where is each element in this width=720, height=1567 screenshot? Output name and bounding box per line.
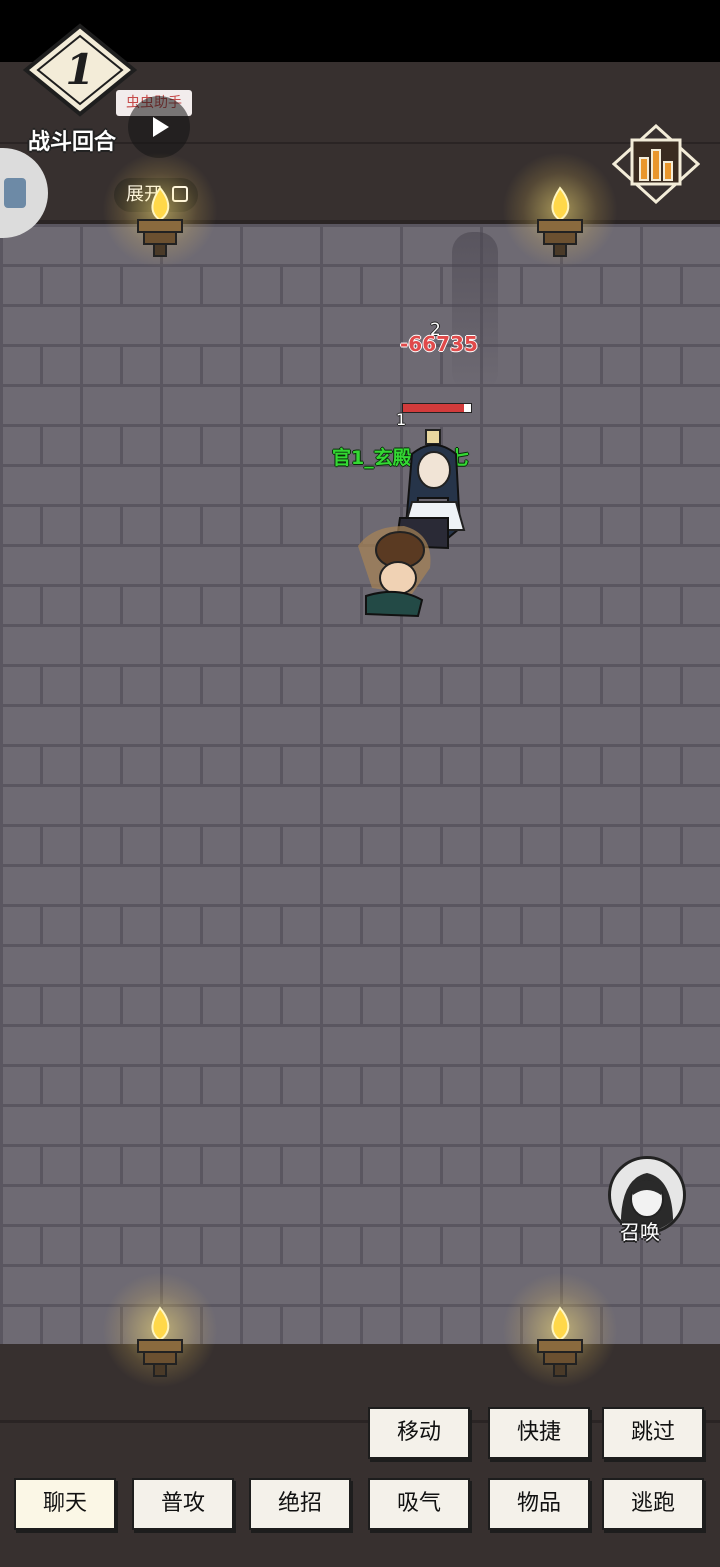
- brick-row: [0, 304, 720, 344]
- torch-bottom-right: [502, 1272, 618, 1388]
- brick-row: [0, 344, 720, 384]
- brick-row: [0, 664, 720, 704]
- brick-row: [0, 624, 720, 664]
- torch-bottom-left: [102, 1272, 218, 1388]
- attack-button[interactable]: 普攻: [132, 1478, 234, 1530]
- flame-icon: [537, 1306, 583, 1377]
- items-button[interactable]: 物品: [488, 1478, 590, 1530]
- torch-top-left: [102, 152, 218, 268]
- chat-button[interactable]: 聊天: [14, 1478, 116, 1530]
- flame-icon: [137, 1306, 183, 1377]
- smoke-trail: [452, 232, 498, 392]
- target-hp-fill: [403, 404, 465, 412]
- round-label: 战斗回合: [28, 130, 117, 155]
- brick-row: [0, 1264, 720, 1304]
- target-hp-bar: [402, 403, 472, 413]
- brick-row: [0, 1104, 720, 1144]
- brick-row: [0, 1024, 720, 1064]
- brick-row: [0, 944, 720, 984]
- shortcut-button[interactable]: 快捷: [488, 1407, 590, 1459]
- brick-row: [0, 904, 720, 944]
- brick-row: [0, 1064, 720, 1104]
- ultimate-button[interactable]: 绝招: [249, 1478, 351, 1530]
- app-icon: [4, 178, 26, 208]
- brick-row: [0, 704, 720, 744]
- summon-label: 召唤: [620, 1220, 660, 1244]
- play-icon: [153, 117, 169, 137]
- flame-icon: [537, 186, 583, 257]
- torch-top-right: [502, 152, 618, 268]
- brick-row: [0, 784, 720, 824]
- play-button[interactable]: [128, 96, 190, 158]
- bar-chart-icon: [639, 157, 649, 181]
- stats-button[interactable]: [612, 124, 700, 204]
- move-button[interactable]: 移动: [368, 1407, 470, 1459]
- brick-row: [0, 744, 720, 784]
- flame-icon: [137, 186, 183, 257]
- skip-button[interactable]: 跳过: [602, 1407, 704, 1459]
- round-number: 1: [65, 45, 94, 94]
- brick-row: [0, 864, 720, 904]
- battle-characters[interactable]: [352, 418, 482, 628]
- brick-row: [0, 824, 720, 864]
- flee-button[interactable]: 逃跑: [602, 1478, 704, 1530]
- breathe-button[interactable]: 吸气: [368, 1478, 470, 1530]
- damage-number: -66735: [400, 332, 478, 356]
- brick-row: [0, 264, 720, 304]
- brick-row: [0, 1224, 720, 1264]
- brick-row: [0, 984, 720, 1024]
